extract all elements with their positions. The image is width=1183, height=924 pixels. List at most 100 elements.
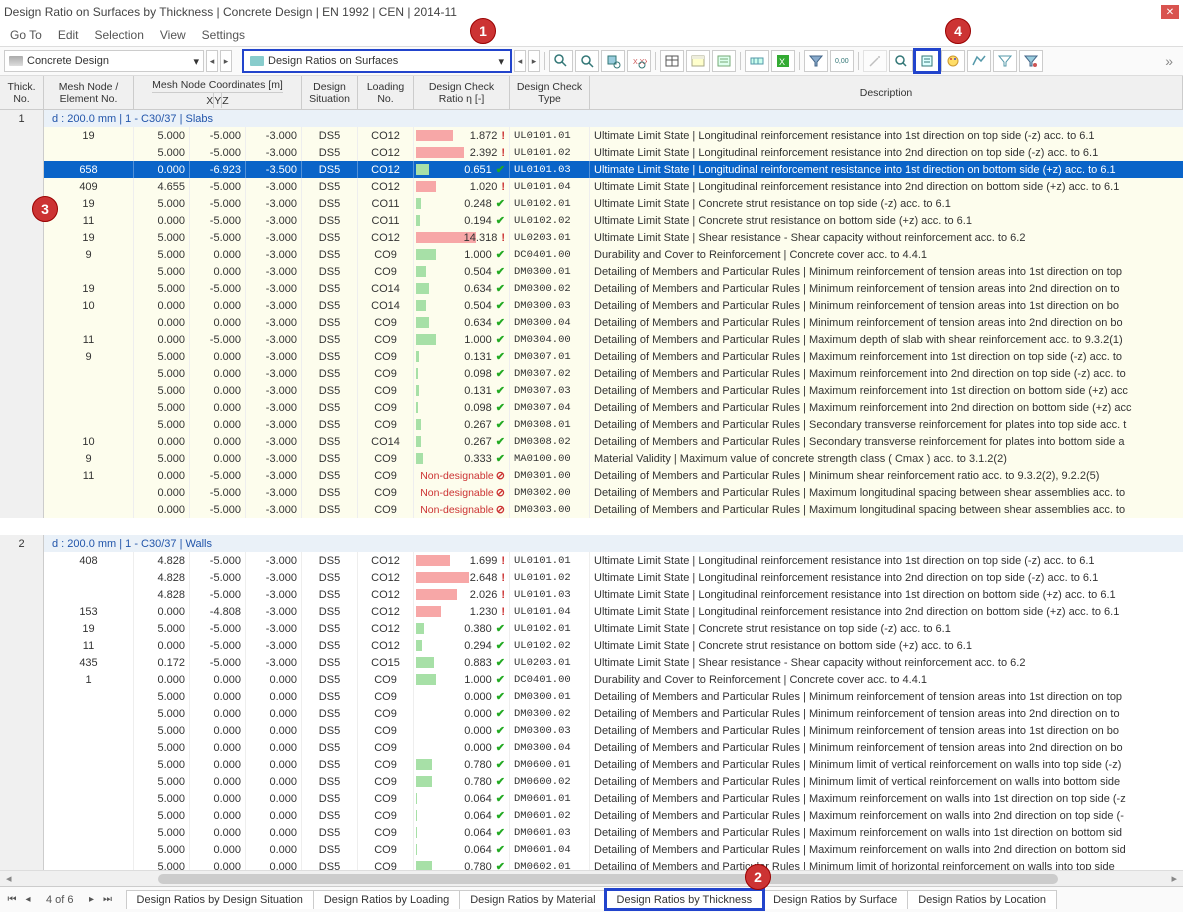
calendar-icon[interactable] [686, 50, 710, 72]
filter-icon[interactable] [804, 50, 828, 72]
col-coords-group: Mesh Node Coordinates [m] X Y Z [134, 76, 302, 109]
details-icon[interactable] [915, 50, 939, 72]
menu-view[interactable]: View [160, 28, 186, 42]
menu-goto[interactable]: Go To [10, 28, 42, 42]
table-row[interactable]: 5.000 0.000 0.000 DS5 CO9 0.064✔ DM0601.… [0, 841, 1183, 858]
table-row[interactable]: 9 5.000 0.000 -3.000 DS5 CO9 1.000✔ DC04… [0, 246, 1183, 263]
table-row[interactable]: 5.000 0.000 -3.000 DS5 CO9 0.131✔ DM0307… [0, 382, 1183, 399]
find-icon[interactable] [575, 50, 599, 72]
module-dropdown[interactable]: Concrete Design ▾ [4, 50, 204, 72]
table-row[interactable]: 19 5.000 -5.000 -3.000 DS5 CO12 14.318! … [0, 229, 1183, 246]
palette-icon[interactable] [941, 50, 965, 72]
section-header[interactable]: 2d : 200.0 mm | 1 - C30/37 | Walls [0, 535, 1183, 552]
next-module-button[interactable]: ▸ [220, 50, 232, 72]
first-page-button[interactable]: ⏮ [4, 891, 20, 909]
menu-settings[interactable]: Settings [202, 28, 245, 42]
table-row[interactable]: 5.000 0.000 0.000 DS5 CO9 0.000✔ DM0300.… [0, 739, 1183, 756]
table-row[interactable]: 9 5.000 0.000 -3.000 DS5 CO9 0.131✔ DM03… [0, 348, 1183, 365]
scrollbar-thumb[interactable] [158, 874, 1058, 884]
units-icon[interactable] [745, 50, 769, 72]
table-row[interactable]: 153 0.000 -4.808 -3.000 DS5 CO12 1.230! … [0, 603, 1183, 620]
callout-4: 4 [945, 18, 971, 44]
table-row[interactable]: 11 0.000 -5.000 -3.000 DS5 CO9 Non-desig… [0, 467, 1183, 484]
table-row[interactable]: 5.000 0.000 0.000 DS5 CO9 0.780✔ DM0600.… [0, 773, 1183, 790]
filter-sort-icon[interactable] [1019, 50, 1043, 72]
table-row[interactable]: 4.828 -5.000 -3.000 DS5 CO12 2.026! UL01… [0, 586, 1183, 603]
table-row[interactable]: 19 5.000 -5.000 -3.000 DS5 CO12 0.380✔ U… [0, 620, 1183, 637]
table-row[interactable]: 409 4.655 -5.000 -3.000 DS5 CO12 1.020! … [0, 178, 1183, 195]
table-row[interactable]: 5.000 -5.000 -3.000 DS5 CO12 2.392! UL01… [0, 144, 1183, 161]
prev-view-button[interactable]: ◂ [514, 50, 526, 72]
list-icon[interactable] [712, 50, 736, 72]
close-button[interactable]: ✕ [1161, 5, 1179, 19]
table-row[interactable]: 11 0.000 -5.000 -3.000 DS5 CO11 0.194✔ U… [0, 212, 1183, 229]
last-page-button[interactable]: ⏭ [100, 891, 116, 909]
find-related-icon[interactable] [549, 50, 573, 72]
table-row[interactable]: 658 0.000 -6.923 -3.500 DS5 CO12 0.651✔ … [0, 161, 1183, 178]
table-row[interactable]: 5.000 0.000 0.000 DS5 CO9 0.064✔ DM0601.… [0, 824, 1183, 841]
callout-1: 1 [470, 18, 496, 44]
table-row[interactable]: 5.000 0.000 0.000 DS5 CO9 0.064✔ DM0601.… [0, 790, 1183, 807]
table-row[interactable]: 19 5.000 -5.000 -3.000 DS5 CO14 0.634✔ D… [0, 280, 1183, 297]
table-row[interactable]: 11 0.000 -5.000 -3.000 DS5 CO12 0.294✔ U… [0, 637, 1183, 654]
table-row[interactable]: 0.000 -5.000 -3.000 DS5 CO9 Non-designab… [0, 501, 1183, 518]
table-row[interactable]: 11 0.000 -5.000 -3.000 DS5 CO9 1.000✔ DM… [0, 331, 1183, 348]
col-thickness-no: Thick. No. [0, 76, 44, 109]
table-row[interactable]: 5.000 0.000 0.000 DS5 CO9 0.000✔ DM0300.… [0, 705, 1183, 722]
table-row[interactable]: 10 0.000 0.000 -3.000 DS5 CO14 0.504✔ DM… [0, 297, 1183, 314]
tab-design-ratios-by-thickness[interactable]: Design Ratios by Thickness [606, 890, 764, 909]
separator [858, 52, 859, 70]
table-row[interactable]: 5.000 0.000 0.000 DS5 CO9 0.000✔ DM0300.… [0, 688, 1183, 705]
table-row[interactable]: 4.828 -5.000 -3.000 DS5 CO12 2.648! UL01… [0, 569, 1183, 586]
tab-design-ratios-by-design-situation[interactable]: Design Ratios by Design Situation [126, 890, 314, 909]
col-situation: Design Situation [302, 76, 358, 109]
tab-design-ratios-by-surface[interactable]: Design Ratios by Surface [762, 890, 908, 909]
locate-surface-icon[interactable] [601, 50, 625, 72]
view-icon [250, 56, 264, 66]
table-row[interactable]: 408 4.828 -5.000 -3.000 DS5 CO12 1.699! … [0, 552, 1183, 569]
table-row[interactable]: 435 0.172 -5.000 -3.000 DS5 CO15 0.883✔ … [0, 654, 1183, 671]
locate-node-icon[interactable]: X.XX [627, 50, 651, 72]
module-label: Concrete Design [27, 55, 189, 67]
table-row[interactable]: 5.000 0.000 0.000 DS5 CO9 0.780✔ DM0602.… [0, 858, 1183, 870]
wand-icon[interactable] [863, 50, 887, 72]
grid-header: Thick. No. Mesh Node / Element No. Mesh … [0, 76, 1183, 110]
prev-page-button[interactable]: ◂ [20, 891, 36, 909]
menu-edit[interactable]: Edit [58, 28, 79, 42]
zoom-to-icon[interactable] [889, 50, 913, 72]
table-row[interactable]: 19 5.000 -5.000 -3.000 DS5 CO11 0.248✔ U… [0, 195, 1183, 212]
menubar: Go To Edit Selection View Settings [0, 24, 1183, 46]
view-dropdown[interactable]: Design Ratios on Surfaces ▾ [242, 49, 512, 73]
scroll-right-icon[interactable]: ▸ [1165, 872, 1183, 885]
decimal-icon[interactable]: 0,00 [830, 50, 854, 72]
table-icon[interactable] [660, 50, 684, 72]
tab-design-ratios-by-loading[interactable]: Design Ratios by Loading [313, 890, 460, 909]
filter-results-icon[interactable] [993, 50, 1017, 72]
tab-design-ratios-by-location[interactable]: Design Ratios by Location [907, 890, 1057, 909]
table-row[interactable]: 5.000 0.000 -3.000 DS5 CO9 0.098✔ DM0307… [0, 399, 1183, 416]
export-excel-icon[interactable]: X [771, 50, 795, 72]
section-header[interactable]: 1d : 200.0 mm | 1 - C30/37 | Slabs [0, 110, 1183, 127]
scroll-left-icon[interactable]: ◂ [0, 872, 18, 885]
table-row[interactable]: 10 0.000 0.000 -3.000 DS5 CO14 0.267✔ DM… [0, 433, 1183, 450]
horizontal-scrollbar[interactable]: ◂ ▸ [0, 870, 1183, 886]
prev-module-button[interactable]: ◂ [206, 50, 218, 72]
table-row[interactable]: 1 0.000 0.000 0.000 DS5 CO9 1.000✔ DC040… [0, 671, 1183, 688]
table-row[interactable]: 5.000 0.000 -3.000 DS5 CO9 0.098✔ DM0307… [0, 365, 1183, 382]
overflow-icon[interactable]: » [1159, 53, 1179, 69]
table-row[interactable]: 5.000 0.000 0.000 DS5 CO9 0.780✔ DM0600.… [0, 756, 1183, 773]
table-row[interactable]: 0.000 0.000 -3.000 DS5 CO9 0.634✔ DM0300… [0, 314, 1183, 331]
next-view-button[interactable]: ▸ [528, 50, 540, 72]
table-row[interactable]: 5.000 0.000 0.000 DS5 CO9 0.000✔ DM0300.… [0, 722, 1183, 739]
table-row[interactable]: 5.000 0.000 -3.000 DS5 CO9 0.504✔ DM0300… [0, 263, 1183, 280]
next-page-button[interactable]: ▸ [84, 891, 100, 909]
table-row[interactable]: 5.000 0.000 -3.000 DS5 CO9 0.267✔ DM0308… [0, 416, 1183, 433]
table-row[interactable]: 0.000 -5.000 -3.000 DS5 CO9 Non-designab… [0, 484, 1183, 501]
grid-body[interactable]: 1d : 200.0 mm | 1 - C30/37 | Slabs 19 5.… [0, 110, 1183, 870]
table-row[interactable]: 19 5.000 -5.000 -3.000 DS5 CO12 1.872! U… [0, 127, 1183, 144]
surface-result-icon[interactable] [967, 50, 991, 72]
menu-selection[interactable]: Selection [95, 28, 144, 42]
tab-design-ratios-by-material[interactable]: Design Ratios by Material [459, 890, 606, 909]
table-row[interactable]: 9 5.000 0.000 -3.000 DS5 CO9 0.333✔ MA01… [0, 450, 1183, 467]
table-row[interactable]: 5.000 0.000 0.000 DS5 CO9 0.064✔ DM0601.… [0, 807, 1183, 824]
